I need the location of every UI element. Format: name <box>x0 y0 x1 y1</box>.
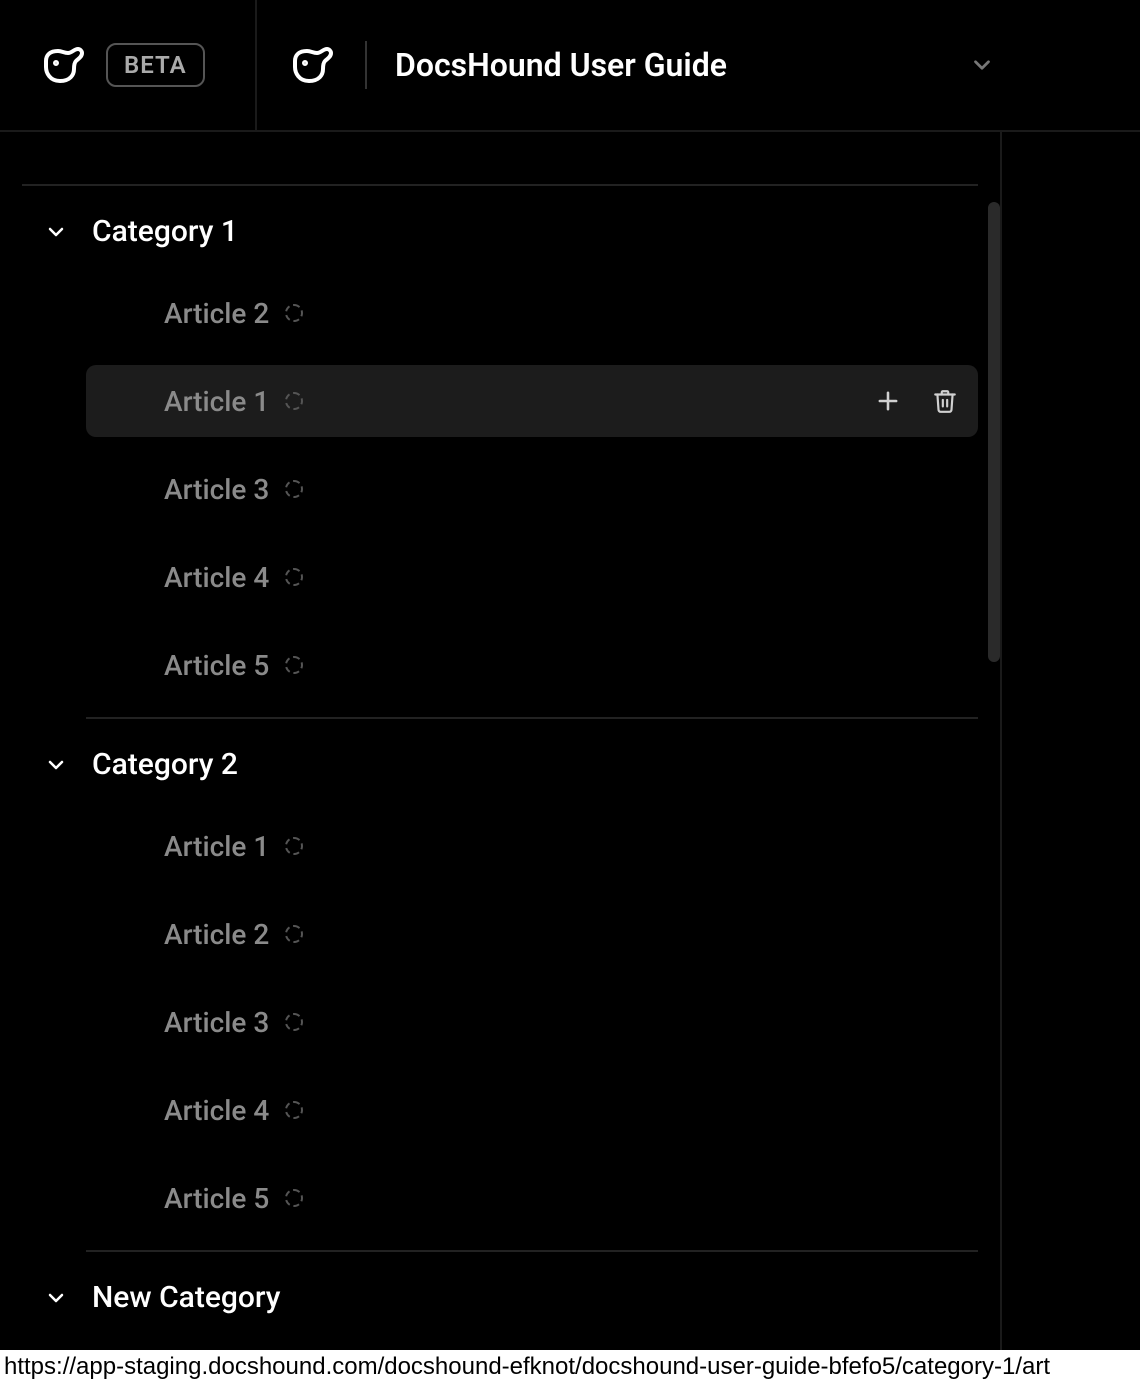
category-header[interactable]: Category 1 <box>22 186 978 277</box>
add-button[interactable] <box>874 387 902 415</box>
chevron-down-icon <box>44 1286 68 1310</box>
topbar-brand[interactable]: BETA <box>0 0 257 130</box>
article-title: Article 1 <box>164 385 269 418</box>
category-title: New Category <box>92 1280 280 1315</box>
article-item[interactable]: Article 1 <box>86 810 978 882</box>
draft-status-icon <box>285 392 303 410</box>
logo-icon <box>289 41 337 89</box>
draft-status-icon <box>285 1189 303 1207</box>
article-item[interactable]: Article 5 <box>86 629 978 701</box>
category-title: Category 1 <box>92 214 238 249</box>
article-item[interactable]: Article 2 <box>86 277 978 349</box>
category-header[interactable]: Category 2 <box>22 719 978 810</box>
statusbar-url: https://app-staging.docshound.com/docsho… <box>4 1353 1050 1380</box>
page-title: DocsHound User Guide <box>395 46 727 84</box>
article-title: Article 5 <box>164 1182 269 1215</box>
draft-status-icon <box>285 568 303 586</box>
topbar: BETA DocsHound User Guide <box>0 0 1140 132</box>
draft-status-icon <box>285 925 303 943</box>
article-item[interactable]: Article 4 <box>86 541 978 613</box>
statusbar: https://app-staging.docshound.com/docsho… <box>0 1350 1140 1384</box>
article-item[interactable]: Article 3 <box>86 453 978 525</box>
article-item[interactable]: Article 3 <box>86 986 978 1058</box>
article-item[interactable]: Article 4 <box>86 1074 978 1146</box>
category-header[interactable]: New Category <box>22 1252 978 1343</box>
chevron-down-icon <box>44 753 68 777</box>
delete-button[interactable] <box>932 388 958 414</box>
beta-badge: BETA <box>106 43 205 87</box>
chevron-down-icon <box>44 220 68 244</box>
draft-status-icon <box>285 656 303 674</box>
chevron-down-icon[interactable] <box>969 52 995 78</box>
article-title: Article 2 <box>164 918 269 951</box>
article-title: Article 3 <box>164 1006 269 1039</box>
article-title: Article 3 <box>164 473 269 506</box>
logo-icon <box>40 41 88 89</box>
title-separator <box>365 41 367 89</box>
sidebar: Category 1 Article 2 Article 1 <box>0 184 1000 1343</box>
article-title: Article 2 <box>164 297 269 330</box>
topbar-title-area[interactable]: DocsHound User Guide <box>257 0 1140 130</box>
article-title: Article 4 <box>164 1094 269 1127</box>
draft-status-icon <box>285 837 303 855</box>
content-area <box>1000 132 1140 1350</box>
draft-status-icon <box>285 304 303 322</box>
draft-status-icon <box>285 1013 303 1031</box>
category-title: Category 2 <box>92 747 238 782</box>
article-title: Article 5 <box>164 649 269 682</box>
scrollbar[interactable] <box>988 202 1000 662</box>
article-title: Article 1 <box>164 830 269 863</box>
article-item[interactable]: Article 5 <box>86 1162 978 1234</box>
article-item[interactable]: Article 2 <box>86 898 978 970</box>
draft-status-icon <box>285 1101 303 1119</box>
draft-status-icon <box>285 480 303 498</box>
article-item[interactable]: Article 1 <box>86 365 978 437</box>
article-title: Article 4 <box>164 561 269 594</box>
